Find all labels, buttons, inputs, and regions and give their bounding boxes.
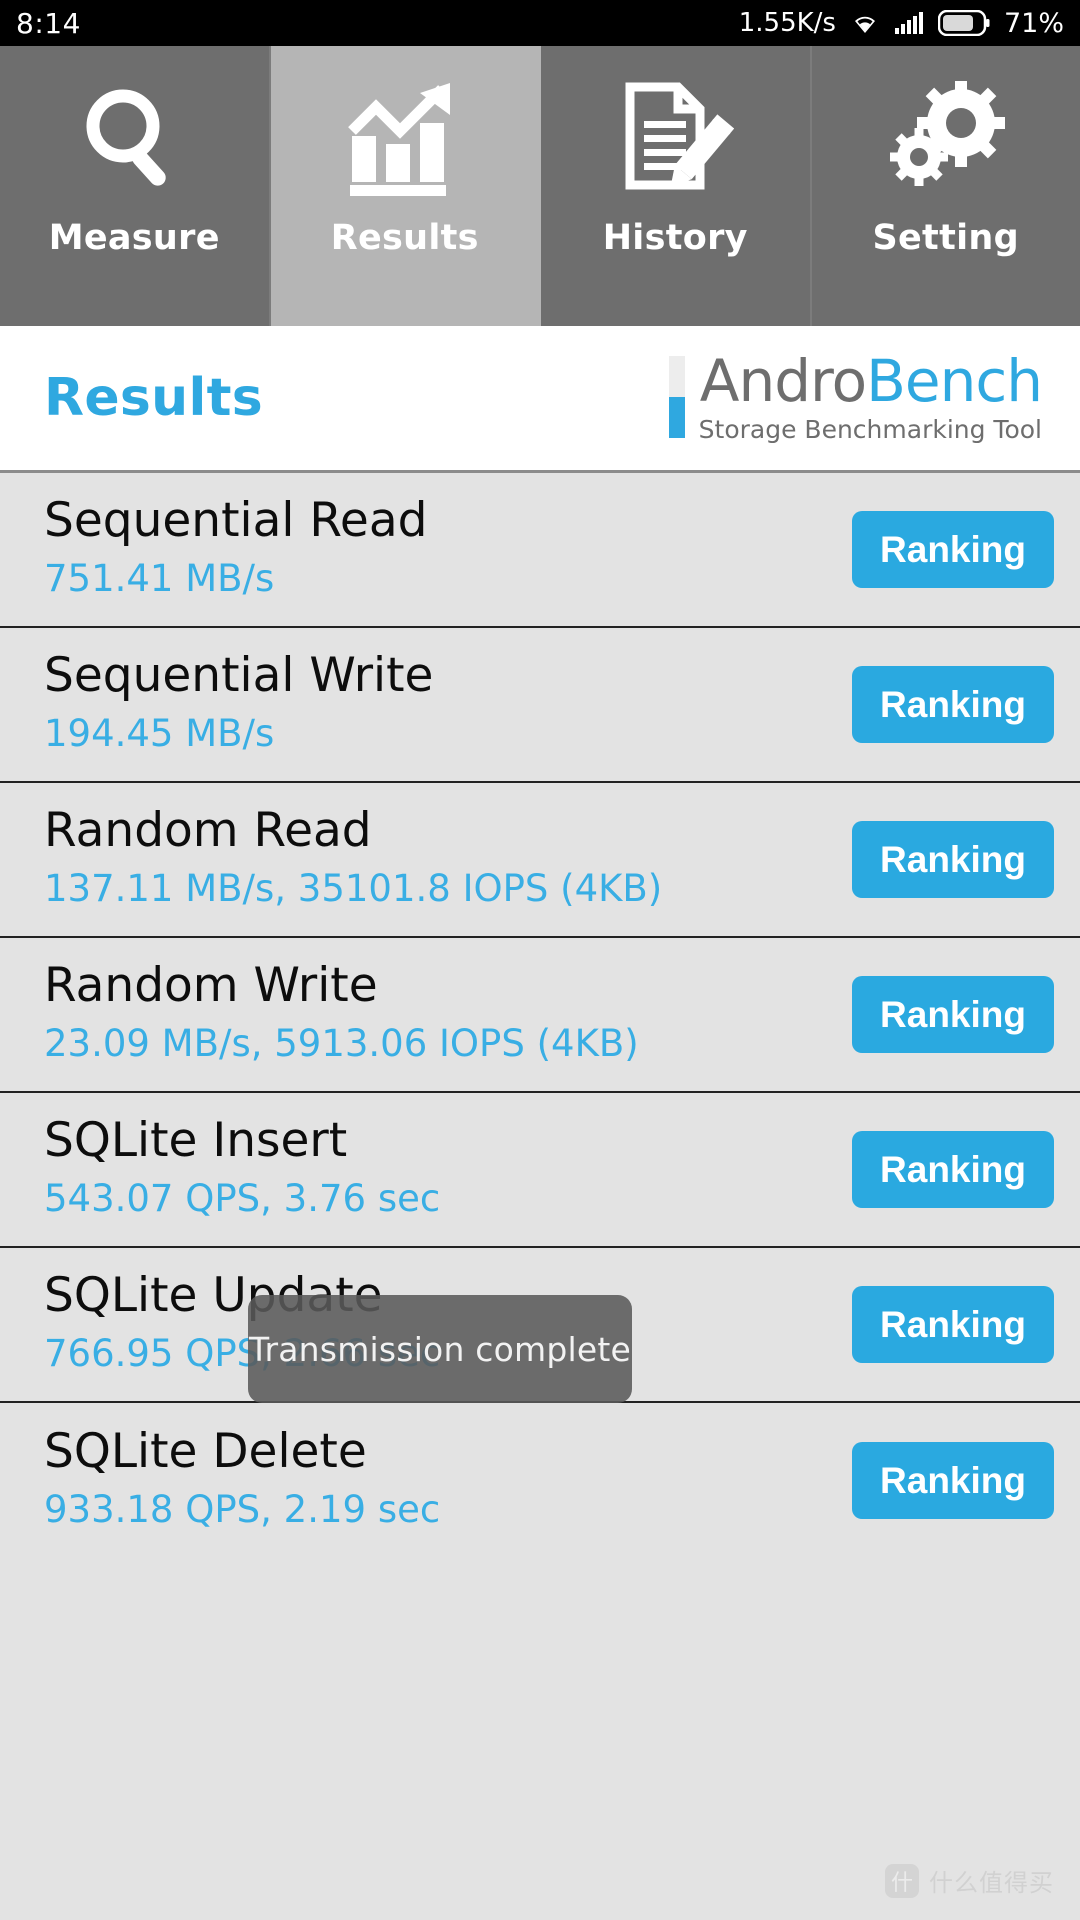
watermark-text: 什么值得买 [929,1869,1054,1897]
result-texts: Random Read 137.11 MB/s, 35101.8 IOPS (4… [44,805,662,914]
result-value: 137.11 MB/s, 35101.8 IOPS (4KB) [44,866,663,910]
result-value: 23.09 MB/s, 5913.06 IOPS (4KB) [44,1021,639,1065]
result-title: SQLite Delete [44,1424,367,1480]
logo-subtitle: Storage Benchmarking Tool [698,415,1042,445]
table-row[interactable]: SQLite Insert 543.07 QPS, 3.76 sec Ranki… [0,1093,1080,1248]
logo-wordmark: AndroBench [700,351,1043,411]
tab-measure-label: Measure [48,218,220,258]
ranking-button[interactable]: Ranking [852,666,1054,743]
logo-text: AndroBench Storage Benchmarking Tool [698,351,1043,445]
result-value: 543.07 QPS, 3.76 sec [44,1176,441,1220]
result-texts: Random Write 23.09 MB/s, 5913.06 IOPS (4… [44,960,639,1069]
wifi-icon [850,11,880,35]
magnifier-icon [75,76,193,204]
gears-icon [887,76,1005,204]
result-title: SQLite Insert [44,1113,348,1169]
app-screen: 8:14 1.55K/s 71% Measure Results History… [0,0,1080,1920]
ranking-button[interactable]: Ranking [852,821,1054,898]
status-bar: 8:14 1.55K/s 71% [0,0,1080,46]
battery-percent-label: 71% [1003,7,1064,39]
toast-text: Transmission complete [248,1329,631,1369]
status-bar-indicators: 1.55K/s 71% [739,8,1064,39]
table-row[interactable]: Random Read 137.11 MB/s, 35101.8 IOPS (4… [0,783,1080,938]
tab-bar: Measure Results History Setting [0,46,1080,326]
result-value: 194.45 MB/s [44,711,275,755]
result-texts: SQLite Insert 543.07 QPS, 3.76 sec [44,1115,440,1224]
signal-bars-icon [894,11,924,35]
result-title: Sequential Write [44,648,434,704]
logo-word-bench: Bench [866,346,1043,415]
tab-history[interactable]: History [541,46,812,326]
tab-measure[interactable]: Measure [0,46,271,326]
tab-setting-label: Setting [872,218,1019,258]
watermark: 什 什么值得买 [885,1863,1054,1898]
table-row[interactable]: Sequential Read 751.41 MB/s Ranking [0,473,1080,628]
page-header: Results AndroBench Storage Benchmarking … [0,326,1080,473]
result-title: Sequential Read [44,493,428,549]
logo-word-andro: Andro [699,346,867,415]
page-title: Results [44,368,264,428]
result-title: Random Read [44,803,372,859]
document-pencil-icon [616,76,735,204]
ranking-button[interactable]: Ranking [852,1131,1054,1208]
result-title: Random Write [44,958,378,1014]
ranking-button[interactable]: Ranking [852,511,1054,588]
tab-setting[interactable]: Setting [811,46,1080,326]
table-row[interactable]: Random Write 23.09 MB/s, 5913.06 IOPS (4… [0,938,1080,1093]
androbench-logo: AndroBench Storage Benchmarking Tool [668,351,1043,445]
tab-history-label: History [602,218,748,258]
ranking-button[interactable]: Ranking [852,1442,1054,1519]
toast-message: Transmission complete [248,1295,632,1403]
tab-results-label: Results [330,218,479,258]
tab-results[interactable]: Results [270,46,541,326]
bar-chart-arrow-icon [346,76,464,204]
ranking-button[interactable]: Ranking [852,976,1054,1053]
result-texts: Sequential Write 194.45 MB/s [44,650,433,759]
ranking-button[interactable]: Ranking [852,1286,1054,1363]
watermark-badge-icon: 什 [885,1863,919,1898]
table-row[interactable]: Sequential Write 194.45 MB/s Ranking [0,628,1080,783]
logo-bars-icon [668,355,685,438]
network-speed-label: 1.55K/s [738,8,836,38]
table-row[interactable]: SQLite Delete 933.18 QPS, 2.19 sec Ranki… [0,1403,1080,1558]
battery-icon [937,10,990,36]
result-value: 751.41 MB/s [44,556,275,600]
result-texts: SQLite Delete 933.18 QPS, 2.19 sec [44,1426,440,1535]
result-texts: Sequential Read 751.41 MB/s [44,495,427,604]
result-value: 933.18 QPS, 2.19 sec [44,1487,441,1531]
status-bar-time: 8:14 [16,6,81,40]
